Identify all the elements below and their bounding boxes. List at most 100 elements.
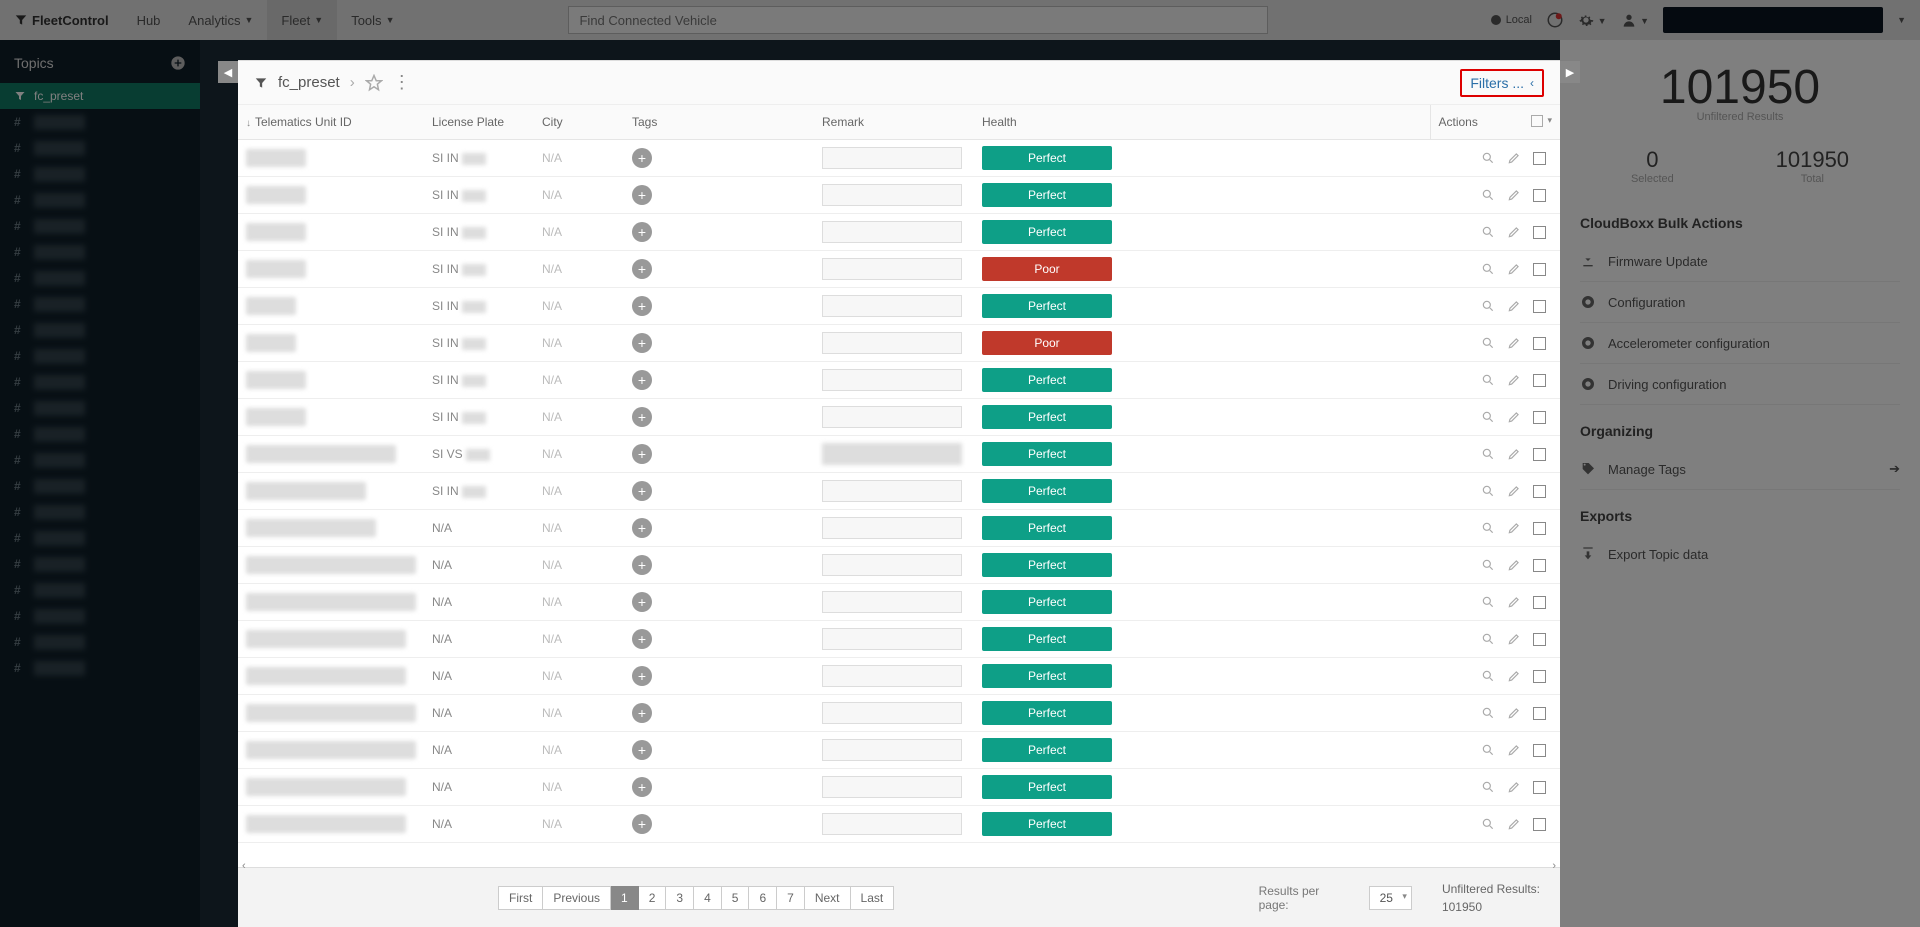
row-checkbox[interactable] — [1533, 226, 1546, 239]
edit-icon[interactable] — [1507, 558, 1521, 572]
more-options-button[interactable]: ⋮ — [393, 72, 411, 93]
results-table-wrap[interactable]: ↓Telematics Unit ID License Plate City T… — [238, 105, 1560, 867]
edit-icon[interactable] — [1507, 632, 1521, 646]
search-icon[interactable] — [1481, 780, 1495, 794]
page-button[interactable]: 7 — [777, 886, 805, 910]
hscroll-left[interactable]: ‹ — [242, 860, 246, 872]
remark-input[interactable] — [822, 258, 962, 280]
page-button[interactable]: 1 — [611, 886, 639, 910]
nav-tools[interactable]: Tools▼ — [337, 0, 408, 40]
search-icon[interactable] — [1481, 817, 1495, 831]
remark-input[interactable] — [822, 406, 962, 428]
topic-item[interactable]: #██████ — [0, 343, 200, 369]
search-icon[interactable] — [1481, 299, 1495, 313]
edit-icon[interactable] — [1507, 780, 1521, 794]
edit-icon[interactable] — [1507, 373, 1521, 387]
topic-item[interactable]: #██████ — [0, 603, 200, 629]
col-remark[interactable]: Remark — [814, 105, 974, 140]
col-health[interactable]: Health — [974, 105, 1430, 140]
add-tag-button[interactable]: + — [632, 148, 652, 168]
add-tag-button[interactable]: + — [632, 407, 652, 427]
topic-item[interactable]: #██████ — [0, 499, 200, 525]
edit-icon[interactable] — [1507, 817, 1521, 831]
search-icon[interactable] — [1481, 151, 1495, 165]
row-checkbox[interactable] — [1533, 263, 1546, 276]
row-checkbox[interactable] — [1533, 152, 1546, 165]
edit-icon[interactable] — [1507, 521, 1521, 535]
col-telematics-id[interactable]: ↓Telematics Unit ID — [238, 105, 424, 140]
topic-item[interactable]: #██████ — [0, 421, 200, 447]
topic-item[interactable]: #██████ — [0, 239, 200, 265]
page-button[interactable]: 2 — [639, 886, 667, 910]
search-icon[interactable] — [1481, 595, 1495, 609]
add-tag-button[interactable]: + — [632, 703, 652, 723]
add-tag-button[interactable]: + — [632, 333, 652, 353]
row-checkbox[interactable] — [1533, 633, 1546, 646]
search-icon[interactable] — [1481, 521, 1495, 535]
topic-item[interactable]: #██████ — [0, 265, 200, 291]
row-checkbox[interactable] — [1533, 781, 1546, 794]
topic-item[interactable]: #██████ — [0, 161, 200, 187]
add-tag-button[interactable]: + — [632, 814, 652, 834]
bulk-action[interactable]: Firmware Update — [1580, 241, 1900, 282]
page-button[interactable]: First — [498, 886, 543, 910]
row-checkbox[interactable] — [1533, 522, 1546, 535]
edit-icon[interactable] — [1507, 299, 1521, 313]
bulk-action[interactable]: Accelerometer configuration — [1580, 323, 1900, 364]
topic-item[interactable]: #██████ — [0, 577, 200, 603]
topic-item[interactable]: #██████ — [0, 317, 200, 343]
col-tags[interactable]: Tags — [624, 105, 814, 140]
add-tag-button[interactable]: + — [632, 296, 652, 316]
search-icon[interactable] — [1481, 706, 1495, 720]
remark-input[interactable] — [822, 702, 962, 724]
topic-item[interactable]: #██████ — [0, 395, 200, 421]
remark-input[interactable] — [822, 221, 962, 243]
nav-hub[interactable]: Hub — [123, 0, 175, 40]
remark-input[interactable] — [822, 184, 962, 206]
topic-item[interactable]: #██████ — [0, 213, 200, 239]
add-tag-button[interactable]: + — [632, 777, 652, 797]
row-checkbox[interactable] — [1533, 411, 1546, 424]
remark-input[interactable] — [822, 628, 962, 650]
search-input[interactable] — [568, 6, 1268, 34]
remark-input[interactable] — [822, 813, 962, 835]
edit-icon[interactable] — [1507, 151, 1521, 165]
remark-input[interactable] — [822, 147, 962, 169]
row-checkbox[interactable] — [1533, 189, 1546, 202]
topic-item[interactable]: #██████ — [0, 291, 200, 317]
manage-tags-button[interactable]: Manage Tags ➔ — [1580, 449, 1900, 490]
user-menu-caret[interactable]: ▼ — [1897, 15, 1906, 25]
remark-input[interactable] — [822, 739, 962, 761]
breadcrumb-topic[interactable]: fc_preset — [278, 74, 340, 91]
page-button[interactable]: Previous — [543, 886, 611, 910]
col-city[interactable]: City — [534, 105, 624, 140]
row-checkbox[interactable] — [1533, 300, 1546, 313]
remark-input[interactable] — [822, 554, 962, 576]
page-button[interactable]: 4 — [694, 886, 722, 910]
modal-next-button[interactable]: ▶ — [1560, 61, 1580, 83]
col-plate[interactable]: License Plate — [424, 105, 534, 140]
bulk-action[interactable]: Driving configuration — [1580, 364, 1900, 405]
edit-icon[interactable] — [1507, 336, 1521, 350]
edit-icon[interactable] — [1507, 743, 1521, 757]
search-icon[interactable] — [1481, 484, 1495, 498]
search-icon[interactable] — [1481, 558, 1495, 572]
add-tag-button[interactable]: + — [632, 592, 652, 612]
search-icon[interactable] — [1481, 262, 1495, 276]
add-tag-button[interactable]: + — [632, 666, 652, 686]
topic-item[interactable]: #██████ — [0, 629, 200, 655]
topic-item[interactable]: #██████ — [0, 135, 200, 161]
filters-button[interactable]: Filters ... ‹ — [1460, 69, 1544, 97]
alert-icon[interactable] — [1546, 11, 1564, 29]
page-button[interactable]: Last — [851, 886, 895, 910]
remark-input[interactable] — [822, 776, 962, 798]
favorite-button[interactable] — [365, 74, 383, 92]
nav-analytics[interactable]: Analytics▼ — [174, 0, 267, 40]
hscroll-right[interactable]: › — [1552, 860, 1556, 872]
row-checkbox[interactable] — [1533, 559, 1546, 572]
add-tag-button[interactable]: + — [632, 259, 652, 279]
nav-fleet[interactable]: Fleet▼ — [267, 0, 337, 40]
settings-icon[interactable]: ▼ — [1578, 12, 1607, 29]
topic-item[interactable]: #██████ — [0, 447, 200, 473]
topic-item[interactable]: #██████ — [0, 187, 200, 213]
